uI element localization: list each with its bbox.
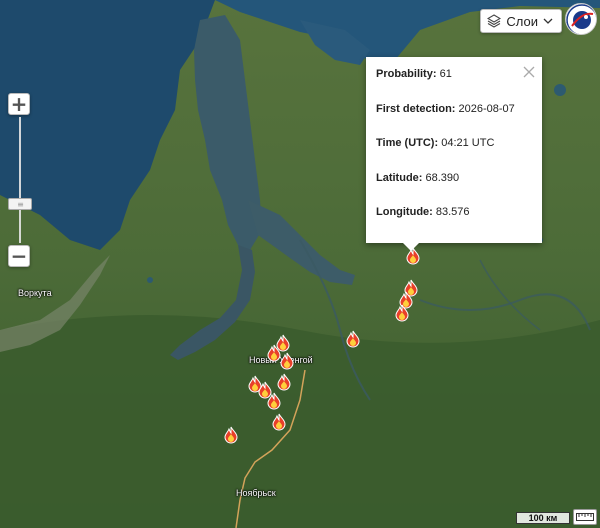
organization-logo[interactable] xyxy=(565,3,597,35)
zoom-slider-track[interactable] xyxy=(19,117,21,243)
chevron-down-icon xyxy=(543,18,553,24)
measure-button[interactable] xyxy=(573,509,597,525)
fire-hotspot-icon[interactable] xyxy=(395,304,409,322)
probability-value: 61 xyxy=(439,68,452,80)
fire-hotspot-icon[interactable] xyxy=(346,330,360,348)
latitude-row: Latitude: 68.390 xyxy=(376,172,532,207)
scale-label: 100 км xyxy=(516,512,570,524)
probability-row: Probability: 61 xyxy=(376,68,532,103)
probability-label: Probability: xyxy=(376,68,437,80)
city-label-noyabrsk: Ноябрьск xyxy=(236,488,276,498)
time-row: Time (UTC): 04:21 UTC xyxy=(376,137,532,172)
first-detection-label: First detection: xyxy=(376,102,456,115)
close-icon[interactable] xyxy=(522,65,536,79)
fire-hotspot-icon[interactable] xyxy=(267,344,281,362)
fire-hotspot-icon[interactable] xyxy=(272,413,286,431)
longitude-label: Longitude: xyxy=(376,206,433,218)
popup-pointer xyxy=(402,242,420,251)
layers-icon xyxy=(487,14,502,28)
zoom-out-button[interactable]: − xyxy=(8,245,30,267)
scale-bar: 100 км xyxy=(516,511,570,525)
first-detection-value: 2026-08-07 xyxy=(458,102,515,115)
fire-hotspot-icon[interactable] xyxy=(277,373,291,391)
fire-hotspot-icon[interactable] xyxy=(280,352,294,370)
time-value: 04:21 UTC xyxy=(441,137,495,149)
fire-hotspot-icon[interactable] xyxy=(267,392,281,410)
fire-hotspot-icon[interactable] xyxy=(224,426,238,444)
zoom-in-button[interactable]: + xyxy=(8,93,30,115)
first-detection-row: First detection: 2026-08-07 xyxy=(376,103,532,138)
latitude-label: Latitude: xyxy=(376,171,423,184)
time-label: Time (UTC): xyxy=(376,137,439,149)
map-view[interactable]: + ≡ − Слои Воркута Новый Уренгой Ноябрьс… xyxy=(0,0,600,528)
longitude-row: Longitude: 83.576 xyxy=(376,206,532,241)
layers-button-label: Слои xyxy=(506,13,538,29)
latitude-value: 68.390 xyxy=(425,171,460,184)
ruler-icon xyxy=(576,513,594,521)
zoom-slider-handle[interactable]: ≡ xyxy=(8,198,32,210)
longitude-value: 83.576 xyxy=(435,206,470,218)
hotspot-info-popup: Probability: 61 First detection: 2026-08… xyxy=(366,57,542,243)
city-label-vorkuta: Воркута xyxy=(18,288,52,298)
layers-button[interactable]: Слои xyxy=(480,9,562,33)
grip-icon: ≡ xyxy=(17,199,24,209)
